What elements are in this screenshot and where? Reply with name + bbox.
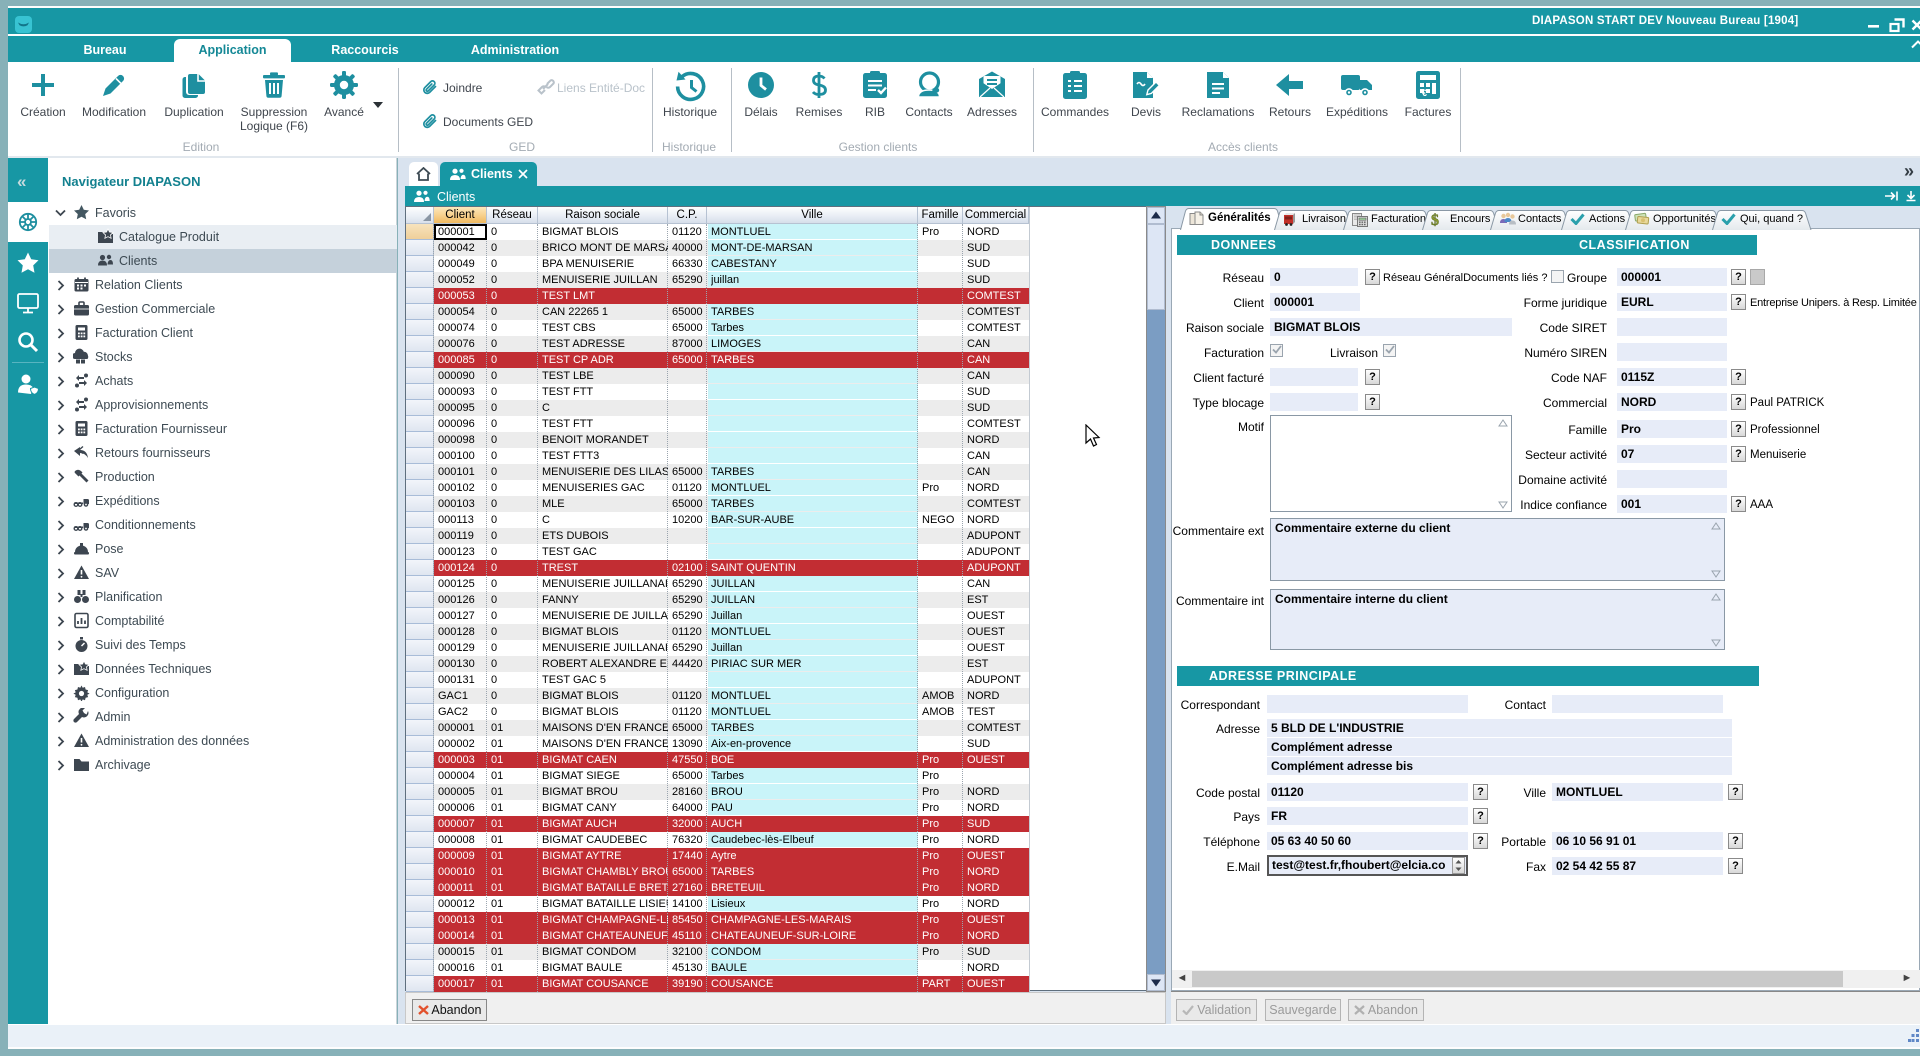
- svg-text:$: $: [1431, 212, 1439, 228]
- svg-text:€: €: [1422, 88, 1427, 98]
